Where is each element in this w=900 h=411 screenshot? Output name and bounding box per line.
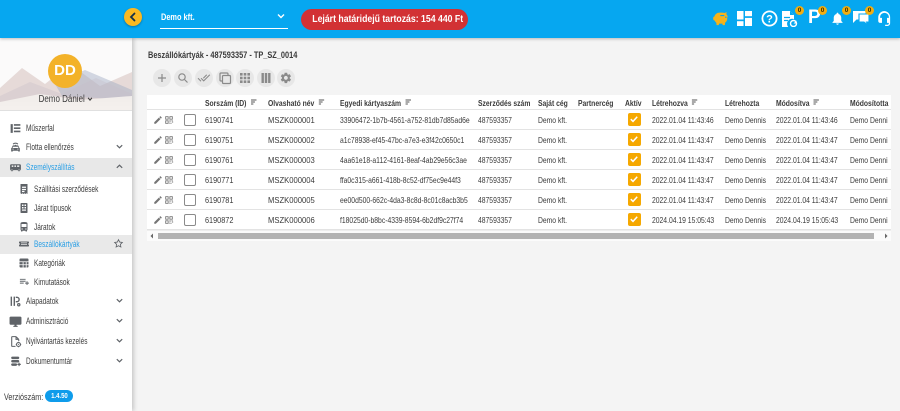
svg-text:?: ? — [766, 13, 773, 25]
